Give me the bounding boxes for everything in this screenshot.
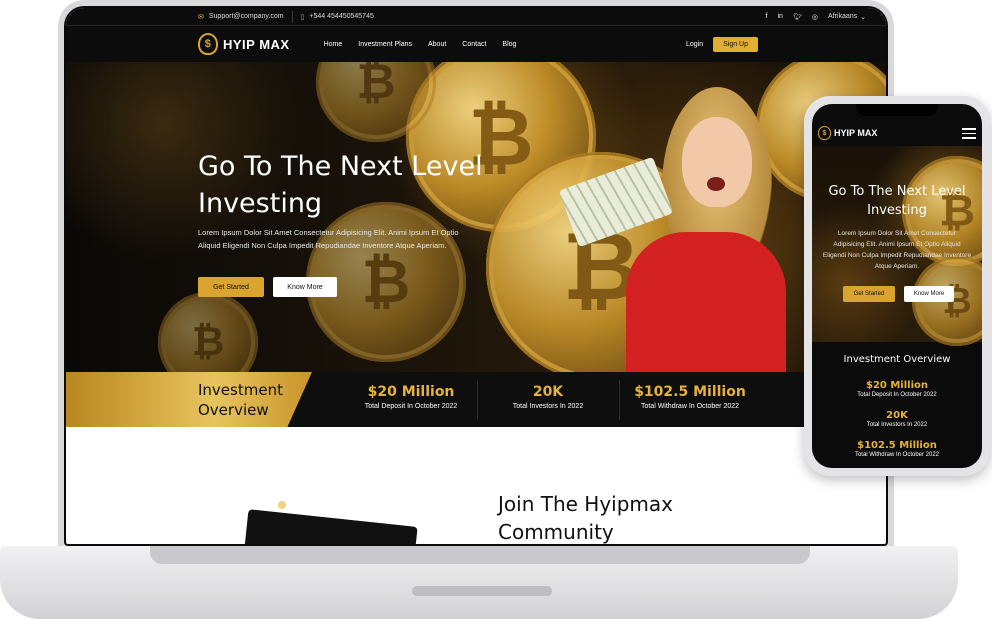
laptop-screen: ✉ Support@company.com ▯ +544 45445054574… — [66, 8, 886, 544]
mobile-stat-total-deposit: $20 Million Total Deposit In October 202… — [812, 380, 982, 398]
join-title-line2: Community — [498, 520, 614, 544]
nav-item-investment-plans[interactable]: Investment Plans — [358, 41, 412, 48]
contact-email[interactable]: ✉ Support@company.com — [198, 13, 284, 21]
laptop-trackpad-notch — [412, 586, 552, 596]
stat-label: Total Deposit In October 2022 — [857, 392, 937, 398]
language-label: Afrikaans — [827, 13, 858, 20]
linkedin-icon[interactable]: in — [777, 13, 782, 21]
stat-label: Total Investors In 2022 — [512, 403, 584, 410]
stat-divider — [619, 380, 620, 420]
hero-title: Go To The Next Level Investing — [198, 148, 483, 222]
woman-mouth — [707, 177, 725, 191]
top-bar: ✉ Support@company.com ▯ +544 45445054574… — [66, 8, 886, 26]
mobile-title-line1: Go To The Next Level — [828, 184, 966, 199]
mobile-overview-title: Investment Overview — [843, 354, 951, 365]
stat-value: $102.5 Million — [634, 384, 746, 400]
stat-value: 20K — [886, 410, 908, 421]
stat-label: Total Investors In 2022 — [866, 422, 928, 428]
phone-screen: $ HYIP MAX ₿ ₿ Go To The Next Level Inve… — [812, 104, 982, 468]
hero-section: ₿ ₿ ₿ ₿ ₿ ₿ Go To The Next Level Investi… — [66, 62, 886, 372]
stat-total-investors: 20K Total Investors In 2022 — [486, 384, 610, 410]
stat-label: Total Deposit In October 2022 — [364, 403, 458, 410]
hero-title-line1: Go To The Next Level — [198, 151, 483, 182]
phone-notch — [856, 104, 938, 116]
hero-description: Lorem Ipsum Dolor Sit Amet Consectetur A… — [198, 228, 459, 250]
login-link[interactable]: Login — [686, 41, 703, 48]
investment-overview-band: Investment Overview $20 Million Total De… — [66, 372, 886, 427]
stat-total-deposit: $20 Million Total Deposit In October 202… — [346, 384, 476, 410]
bitcoin-coin-image: ₿ — [158, 292, 258, 372]
stat-label: Total Withdraw In October 2022 — [854, 452, 940, 458]
hero-title-line2: Investing — [198, 188, 323, 219]
overview-title-line2: Overview — [198, 401, 269, 419]
phone-text: +544 454450545745 — [309, 13, 374, 20]
woman-red-shirt — [626, 232, 786, 372]
nav-item-home[interactable]: Home — [324, 41, 343, 48]
stat-value: $20 Million — [865, 380, 928, 391]
mobile-stat-total-investors: 20K Total Investors In 2022 — [812, 410, 982, 428]
nav-item-about[interactable]: About — [428, 41, 446, 48]
stat-total-withdraw: $102.5 Million Total Withdraw In October… — [622, 384, 758, 410]
overview-title-line1: Investment — [198, 381, 283, 399]
contact-phone[interactable]: ▯ +544 454450545745 — [301, 13, 374, 21]
facebook-icon[interactable]: f — [766, 13, 768, 21]
get-started-button[interactable]: Get Started — [198, 277, 264, 297]
phone-icon: ▯ — [300, 13, 305, 21]
stat-label: Total Withdraw In October 2022 — [640, 403, 740, 410]
mobile-brand-logo[interactable]: $ HYIP MAX — [818, 126, 877, 140]
know-more-button[interactable]: Know More — [273, 277, 337, 297]
mobile-know-more-button[interactable]: Know More — [904, 286, 954, 302]
brand-logo[interactable]: $ HYIP MAX — [198, 33, 290, 55]
laptop-hinge — [150, 546, 810, 564]
signup-button[interactable]: Sign Up — [713, 36, 758, 52]
mail-icon: ✉ — [198, 13, 204, 21]
decorative-dot — [278, 501, 286, 509]
mobile-hero-description: Lorem Ipsum Dolor Sit Amet Consectetur A… — [822, 230, 972, 270]
dashboard-preview-image — [244, 509, 418, 544]
mobile-hero-title: Go To The Next Level Investing — [812, 182, 982, 220]
stat-value: $102.5 Million — [857, 440, 937, 451]
mobile-brand-name: HYIP MAX — [834, 128, 878, 138]
instagram-icon[interactable]: ◎ — [812, 13, 818, 21]
mobile-hero: ₿ ₿ Go To The Next Level Investing Lorem… — [812, 146, 982, 346]
join-title-line1: Join The Hyipmax — [498, 492, 673, 516]
stat-value: 20K — [532, 384, 564, 400]
mockup-stage: ✉ Support@company.com ▯ +544 45445054574… — [0, 0, 992, 619]
brand-name: HYIP MAX — [223, 36, 290, 52]
twitter-icon[interactable]: 🐦︎ — [793, 13, 802, 21]
divider — [291, 10, 293, 23]
hamburger-menu-icon[interactable] — [962, 128, 976, 142]
shield-dollar-icon: $ — [818, 126, 831, 140]
social-links: f in 🐦︎ ◎ — [766, 13, 818, 21]
email-text: Support@company.com — [208, 13, 284, 20]
nav-menu: Home Investment Plans About Contact Blog — [324, 41, 517, 48]
join-community-heading: Join The Hyipmax Community — [498, 490, 673, 544]
nav-item-contact[interactable]: Contact — [462, 41, 486, 48]
overview-title: Investment Overview — [198, 380, 283, 420]
shield-dollar-icon: $ — [198, 33, 218, 55]
main-nav: $ HYIP MAX Home Investment Plans About C… — [66, 26, 886, 62]
stat-value: $20 Million — [367, 384, 455, 400]
mobile-stat-total-withdraw: $102.5 Million Total Withdraw In October… — [812, 440, 982, 458]
mobile-title-line2: Investing — [867, 203, 927, 218]
woman-face — [682, 117, 752, 207]
stat-divider — [477, 380, 478, 420]
language-select[interactable]: Afrikaans ⌄ — [828, 13, 866, 21]
chevron-down-icon: ⌄ — [860, 13, 866, 21]
nav-item-blog[interactable]: Blog — [502, 41, 516, 48]
mobile-get-started-button[interactable]: Get Started — [843, 286, 895, 302]
